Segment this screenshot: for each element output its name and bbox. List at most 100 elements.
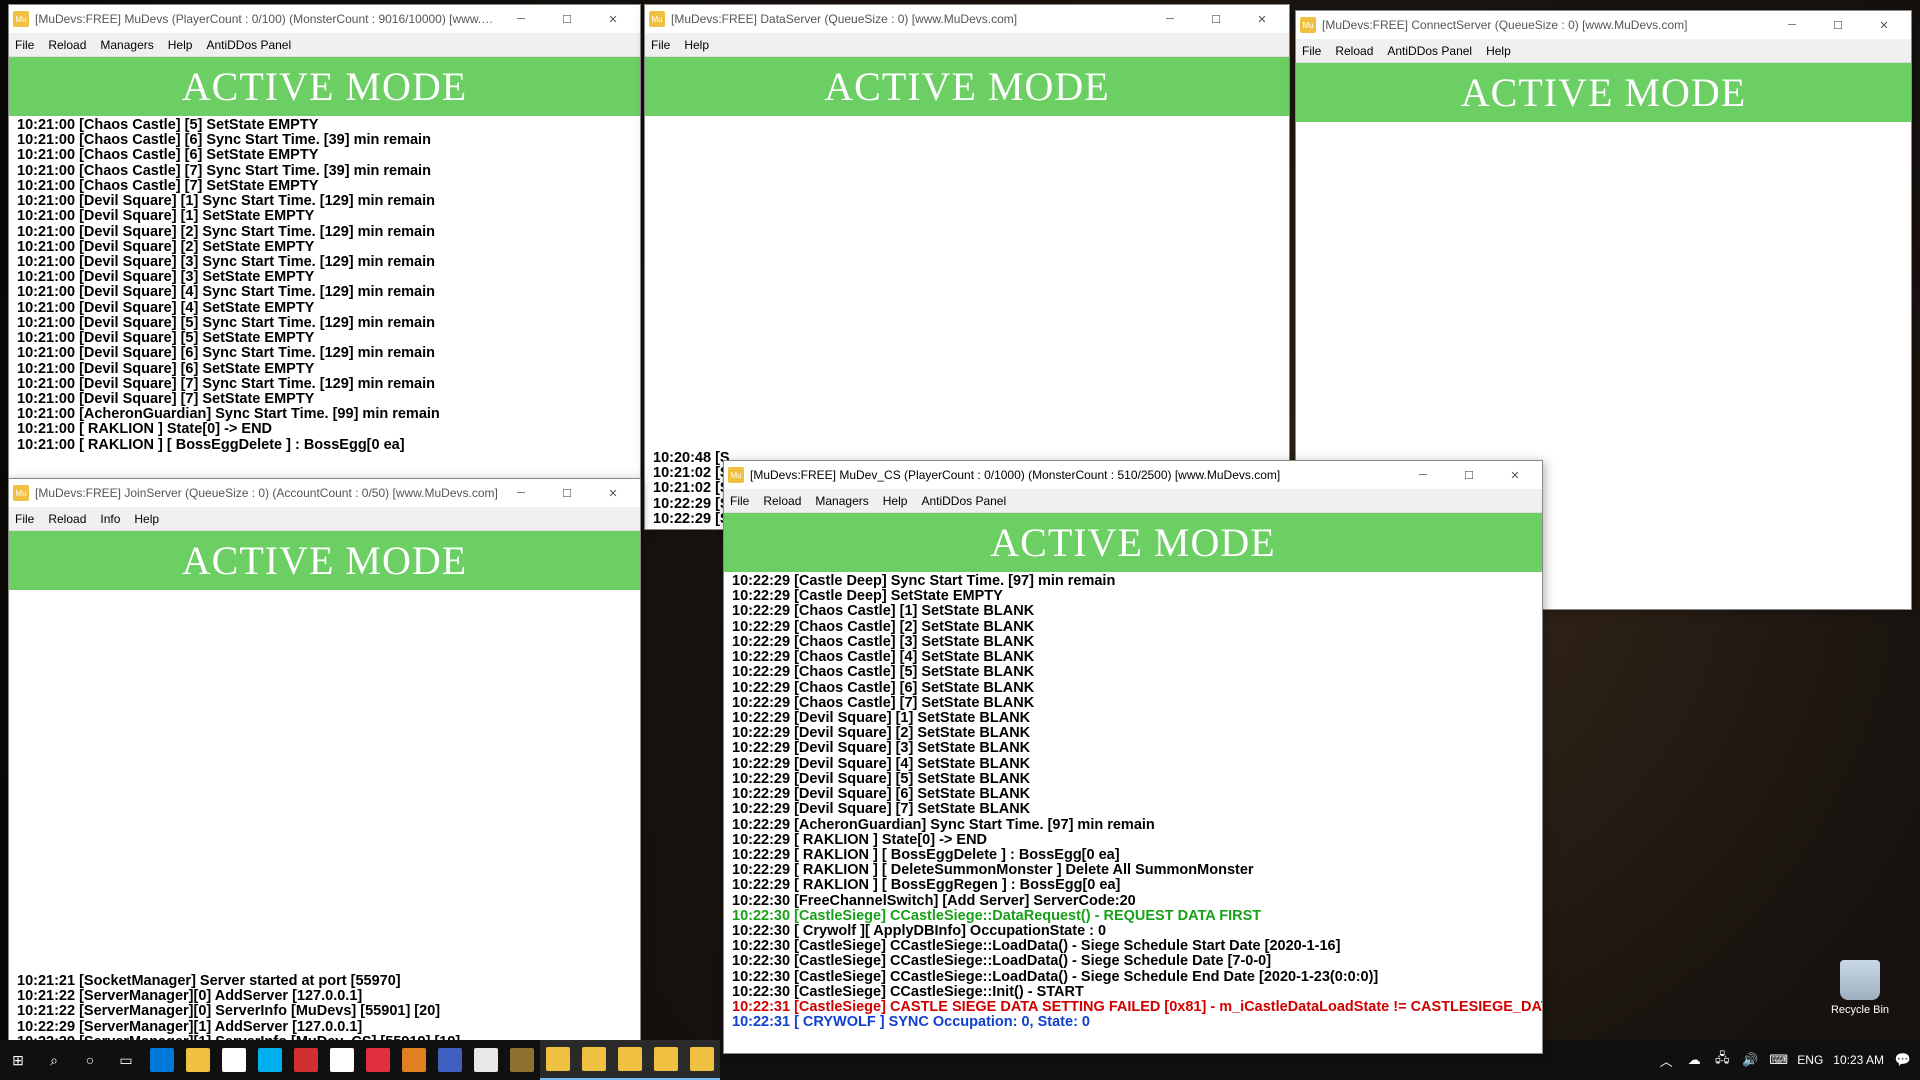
taskbar-tool[interactable]	[504, 1040, 540, 1080]
maximize-button[interactable]: ☐	[1446, 461, 1492, 489]
taskbar-explorer[interactable]	[180, 1040, 216, 1080]
menubar: File Help	[645, 33, 1289, 57]
active-banner: ACTIVE MODE	[9, 57, 640, 116]
minimize-button[interactable]: ─	[1769, 11, 1815, 39]
tray-lang[interactable]: ENG	[1797, 1053, 1823, 1067]
taskbar-cortana[interactable]: ○	[72, 1040, 108, 1080]
taskbar-start[interactable]: ⊞	[0, 1040, 36, 1080]
taskbar-store[interactable]	[216, 1040, 252, 1080]
log-area[interactable]: 10:21:00 [Chaos Castle] [5] SetState EMP…	[9, 116, 640, 478]
onedrive-icon[interactable]: ☁	[1685, 1052, 1703, 1068]
close-button[interactable]: ✕	[1861, 11, 1907, 39]
maximize-button[interactable]: ☐	[544, 5, 590, 33]
log-line: 10:22:29 [ RAKLION ] [ BossEggRegen ] : …	[732, 878, 1534, 893]
log-line: 10:21:00 [Devil Square] [4] SetState EMP…	[17, 301, 632, 316]
close-button[interactable]: ✕	[1239, 5, 1285, 33]
log-line: 10:22:29 [Chaos Castle] [2] SetState BLA…	[732, 620, 1534, 635]
maximize-button[interactable]: ☐	[544, 479, 590, 507]
menu-file[interactable]: File	[651, 38, 670, 52]
maximize-button[interactable]: ☐	[1193, 5, 1239, 33]
tray-time[interactable]: 10:23 AM	[1833, 1053, 1884, 1067]
log-line: 10:22:30 [CastleSiege] CCastleSiege::Loa…	[732, 970, 1534, 985]
log-area[interactable]	[9, 590, 640, 972]
log-line: 10:22:29 [Devil Square] [3] SetState BLA…	[732, 741, 1534, 756]
system-tray[interactable]: ︿ ☁ 🖧 🔊 ⌨ ENG 10:23 AM 💬	[1657, 1040, 1920, 1080]
log-line: 10:21:00 [Devil Square] [1] Sync Start T…	[17, 194, 632, 209]
menu-file[interactable]: File	[15, 38, 34, 52]
log-line: 10:21:00 [Devil Square] [7] SetState EMP…	[17, 392, 632, 407]
titlebar[interactable]: Mu [MuDevs:FREE] JoinServer (QueueSize :…	[9, 479, 640, 507]
taskbar-srv2[interactable]	[576, 1040, 612, 1080]
menu-info[interactable]: Info	[100, 512, 120, 526]
log-line: 10:21:00 [Devil Square] [3] SetState EMP…	[17, 270, 632, 285]
titlebar[interactable]: Mu [MuDevs:FREE] ConnectServer (QueueSiz…	[1296, 11, 1911, 39]
window-mudevs[interactable]: Mu [MuDevs:FREE] MuDevs (PlayerCount : 0…	[8, 4, 641, 479]
titlebar[interactable]: Mu [MuDevs:FREE] MuDev_CS (PlayerCount :…	[724, 461, 1542, 489]
menu-reload[interactable]: Reload	[48, 38, 86, 52]
app-icon: Mu	[1300, 17, 1316, 33]
log-area[interactable]	[645, 116, 1289, 449]
taskbar-taskview[interactable]: ▭	[108, 1040, 144, 1080]
chevron-up-icon[interactable]: ︿	[1657, 1051, 1675, 1070]
taskbar-srv4[interactable]	[648, 1040, 684, 1080]
menubar: File Reload Info Help	[9, 507, 640, 531]
menu-file[interactable]: File	[730, 494, 749, 508]
taskbar-edge[interactable]	[144, 1040, 180, 1080]
menu-reload[interactable]: Reload	[1335, 44, 1373, 58]
taskbar-ide[interactable]	[432, 1040, 468, 1080]
menu-reload[interactable]: Reload	[48, 512, 86, 526]
menu-managers[interactable]: Managers	[100, 38, 153, 52]
close-button[interactable]: ✕	[590, 479, 636, 507]
minimize-button[interactable]: ─	[498, 5, 544, 33]
log-line: 10:22:29 [Devil Square] [4] SetState BLA…	[732, 757, 1534, 772]
recycle-bin[interactable]: Recycle Bin	[1830, 960, 1890, 1016]
menu-help[interactable]: Help	[1486, 44, 1511, 58]
log-area[interactable]: 10:22:29 [Castle Deep] Sync Start Time. …	[724, 572, 1542, 1053]
menubar: File Reload Managers Help AntiDDos Panel	[724, 489, 1542, 513]
menu-help[interactable]: Help	[168, 38, 193, 52]
log-line: 10:22:30 [CastleSiege] CCastleSiege::Loa…	[732, 939, 1534, 954]
notifications-icon[interactable]: 💬	[1894, 1052, 1912, 1068]
window-dataserver[interactable]: Mu [MuDevs:FREE] DataServer (QueueSize :…	[644, 4, 1290, 530]
log-line: 10:22:29 [ RAKLION ] [ BossEggDelete ] :…	[732, 848, 1534, 863]
taskbar-srv1[interactable]	[540, 1040, 576, 1080]
taskbar-vlc[interactable]	[396, 1040, 432, 1080]
taskbar-srv5[interactable]	[684, 1040, 720, 1080]
menu-file[interactable]: File	[1302, 44, 1321, 58]
menu-help[interactable]: Help	[883, 494, 908, 508]
maximize-button[interactable]: ☐	[1815, 11, 1861, 39]
menu-file[interactable]: File	[15, 512, 34, 526]
minimize-button[interactable]: ─	[498, 479, 544, 507]
taskbar-srv3[interactable]	[612, 1040, 648, 1080]
log-line: 10:22:30 [FreeChannelSwitch] [Add Server…	[732, 894, 1534, 909]
minimize-button[interactable]: ─	[1147, 5, 1193, 33]
log-line: 10:22:29 [AcheronGuardian] Sync Start Ti…	[732, 818, 1534, 833]
close-button[interactable]: ✕	[1492, 461, 1538, 489]
active-banner: ACTIVE MODE	[1296, 63, 1911, 122]
close-button[interactable]: ✕	[590, 5, 636, 33]
taskbar-opera[interactable]	[360, 1040, 396, 1080]
menu-help[interactable]: Help	[134, 512, 159, 526]
menu-antiddos-panel[interactable]: AntiDDos Panel	[206, 38, 291, 52]
volume-icon[interactable]: 🔊	[1741, 1052, 1759, 1068]
input-icon[interactable]: ⌨	[1769, 1052, 1787, 1068]
taskbar-skype[interactable]	[252, 1040, 288, 1080]
titlebar[interactable]: Mu [MuDevs:FREE] MuDevs (PlayerCount : 0…	[9, 5, 640, 33]
menu-reload[interactable]: Reload	[763, 494, 801, 508]
network-icon[interactable]: 🖧	[1713, 1049, 1731, 1071]
log-line: 10:21:00 [Chaos Castle] [6] Sync Start T…	[17, 133, 632, 148]
menu-antiddos-panel[interactable]: AntiDDos Panel	[921, 494, 1006, 508]
log-line: 10:22:29 [ RAKLION ] [ DeleteSummonMonst…	[732, 863, 1534, 878]
titlebar[interactable]: Mu [MuDevs:FREE] DataServer (QueueSize :…	[645, 5, 1289, 33]
minimize-button[interactable]: ─	[1400, 461, 1446, 489]
window-mudev-cs[interactable]: Mu [MuDevs:FREE] MuDev_CS (PlayerCount :…	[723, 460, 1543, 1054]
recycle-bin-icon	[1840, 960, 1880, 1000]
taskbar-search[interactable]: ⌕	[36, 1040, 72, 1080]
taskbar-chrome[interactable]	[468, 1040, 504, 1080]
menu-antiddos-panel[interactable]: AntiDDos Panel	[1387, 44, 1472, 58]
taskbar-notepad[interactable]	[324, 1040, 360, 1080]
window-joinserver[interactable]: Mu [MuDevs:FREE] JoinServer (QueueSize :…	[8, 478, 641, 1053]
menu-managers[interactable]: Managers	[815, 494, 868, 508]
taskbar-shield[interactable]	[288, 1040, 324, 1080]
menu-help[interactable]: Help	[684, 38, 709, 52]
